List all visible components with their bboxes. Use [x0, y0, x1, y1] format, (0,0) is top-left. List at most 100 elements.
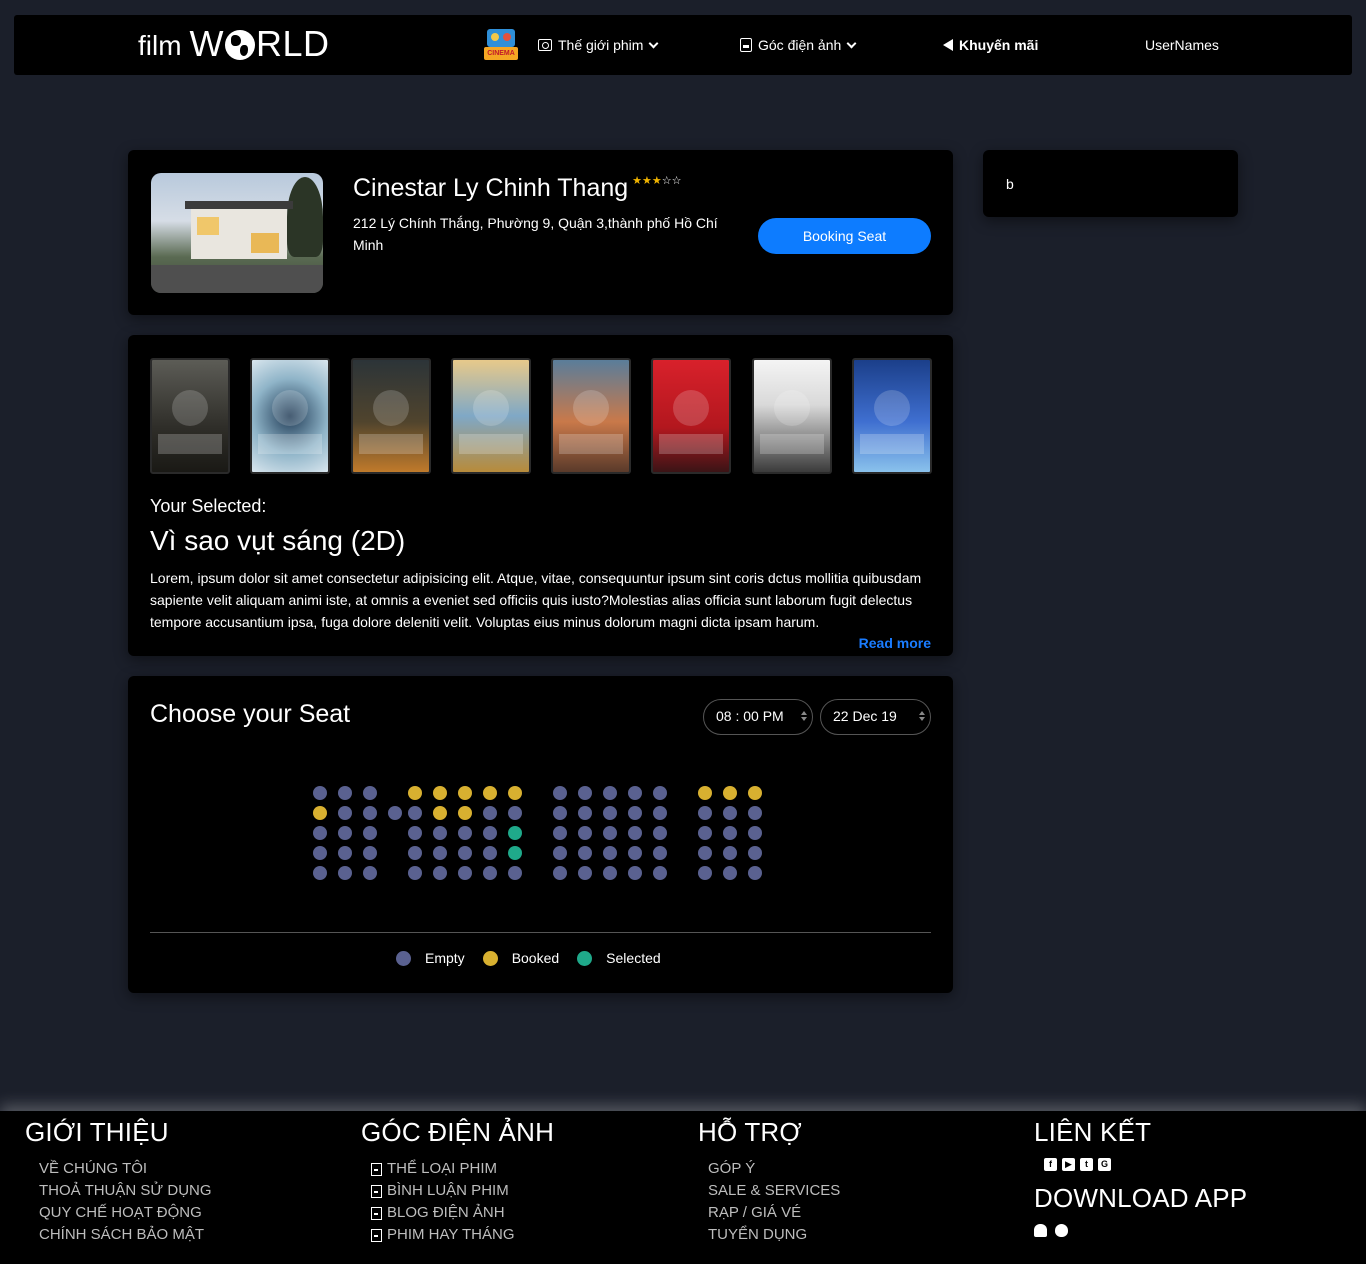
seat[interactable]: [458, 786, 472, 800]
seat[interactable]: [748, 866, 762, 880]
seat[interactable]: [458, 866, 472, 880]
google-plus-icon[interactable]: G: [1098, 1158, 1111, 1171]
seat[interactable]: [313, 826, 327, 840]
seat[interactable]: [698, 826, 712, 840]
seat[interactable]: [363, 846, 377, 860]
seat[interactable]: [483, 866, 497, 880]
seat[interactable]: [433, 846, 447, 860]
seat[interactable]: [628, 846, 642, 860]
footer-link[interactable]: CHÍNH SÁCH BẢO MẬT: [39, 1224, 212, 1246]
seat[interactable]: [653, 806, 667, 820]
seat[interactable]: [508, 786, 522, 800]
seat[interactable]: [578, 866, 592, 880]
nav-item-goc-dien-anh[interactable]: Góc điện ảnh: [740, 37, 857, 53]
movie-poster[interactable]: [551, 358, 632, 474]
seat[interactable]: [433, 786, 447, 800]
seat[interactable]: [628, 866, 642, 880]
read-more-link[interactable]: Read more: [859, 635, 931, 651]
seat[interactable]: [723, 806, 737, 820]
seat[interactable]: [748, 826, 762, 840]
android-icon[interactable]: [1034, 1224, 1047, 1237]
seat[interactable]: [628, 806, 642, 820]
seat[interactable]: [578, 846, 592, 860]
footer-link[interactable]: GÓP Ý: [708, 1158, 840, 1180]
seat[interactable]: [553, 826, 567, 840]
seat[interactable]: [553, 806, 567, 820]
seat[interactable]: [653, 866, 667, 880]
seat[interactable]: [458, 846, 472, 860]
footer-link[interactable]: VỀ CHÚNG TÔI: [39, 1158, 212, 1180]
seat[interactable]: [338, 786, 352, 800]
seat[interactable]: [578, 786, 592, 800]
footer-link[interactable]: BLOG ĐIỆN ẢNH: [371, 1202, 554, 1224]
seat[interactable]: [553, 866, 567, 880]
seat[interactable]: [458, 806, 472, 820]
seat[interactable]: [698, 806, 712, 820]
seat[interactable]: [748, 786, 762, 800]
seat[interactable]: [433, 826, 447, 840]
seat[interactable]: [363, 826, 377, 840]
seat[interactable]: [508, 826, 522, 840]
seat[interactable]: [408, 806, 422, 820]
seat[interactable]: [628, 786, 642, 800]
twitter-icon[interactable]: t: [1080, 1158, 1093, 1171]
movie-poster[interactable]: [350, 358, 431, 474]
seat[interactable]: [433, 866, 447, 880]
seat[interactable]: [603, 846, 617, 860]
seat[interactable]: [723, 866, 737, 880]
seat[interactable]: [603, 826, 617, 840]
footer-link[interactable]: THỂ LOẠI PHIM: [371, 1158, 554, 1180]
nav-item-khuyen-mai[interactable]: Khuyến mãi: [943, 37, 1038, 53]
seat[interactable]: [408, 846, 422, 860]
movie-poster[interactable]: [150, 358, 230, 474]
seat[interactable]: [508, 846, 522, 860]
seat[interactable]: [553, 846, 567, 860]
apple-icon[interactable]: [1055, 1224, 1068, 1237]
date-select[interactable]: 22 Dec 19: [820, 699, 931, 735]
youtube-icon[interactable]: ▶: [1062, 1158, 1075, 1171]
seat[interactable]: [508, 866, 522, 880]
site-logo[interactable]: film W RLD: [138, 25, 330, 63]
seat[interactable]: [553, 786, 567, 800]
seat[interactable]: [578, 806, 592, 820]
seat[interactable]: [363, 786, 377, 800]
user-menu[interactable]: UserNames: [1145, 37, 1219, 53]
nav-item-the-gioi-phim[interactable]: Thế giới phim: [538, 37, 659, 53]
seat[interactable]: [748, 846, 762, 860]
seat[interactable]: [338, 846, 352, 860]
seat[interactable]: [313, 846, 327, 860]
seat[interactable]: [508, 806, 522, 820]
seat[interactable]: [388, 806, 402, 820]
seat[interactable]: [338, 866, 352, 880]
seat[interactable]: [723, 846, 737, 860]
seat[interactable]: [483, 806, 497, 820]
footer-link[interactable]: PHIM HAY THÁNG: [371, 1224, 554, 1246]
seat[interactable]: [628, 826, 642, 840]
seat[interactable]: [313, 806, 327, 820]
footer-link[interactable]: QUY CHẾ HOẠT ĐỘNG: [39, 1202, 212, 1224]
seat[interactable]: [698, 846, 712, 860]
showtime-select[interactable]: 08 : 00 PM: [703, 699, 813, 735]
seat[interactable]: [483, 846, 497, 860]
seat[interactable]: [483, 786, 497, 800]
seat[interactable]: [578, 826, 592, 840]
seat[interactable]: [603, 806, 617, 820]
movie-poster[interactable]: [450, 358, 531, 474]
seat[interactable]: [603, 786, 617, 800]
seat[interactable]: [338, 806, 352, 820]
seat[interactable]: [363, 806, 377, 820]
seat[interactable]: [338, 826, 352, 840]
movie-poster[interactable]: [751, 358, 832, 474]
seat[interactable]: [363, 866, 377, 880]
seat[interactable]: [723, 826, 737, 840]
seat[interactable]: [408, 826, 422, 840]
booking-seat-button[interactable]: Booking Seat: [758, 218, 931, 254]
seat[interactable]: [458, 826, 472, 840]
seat[interactable]: [723, 786, 737, 800]
footer-link[interactable]: TUYỂN DỤNG: [708, 1224, 840, 1246]
seat[interactable]: [603, 866, 617, 880]
seat[interactable]: [653, 846, 667, 860]
seat[interactable]: [433, 806, 447, 820]
seat[interactable]: [748, 806, 762, 820]
movie-poster[interactable]: [250, 358, 331, 474]
